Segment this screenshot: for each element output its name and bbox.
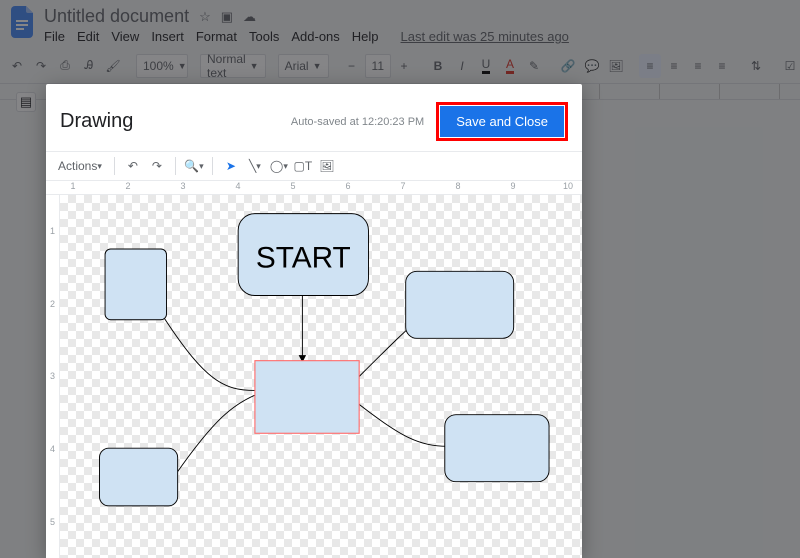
drawing-toolbar: Actions ▾ ↶ ↷ 🔍▾ ➤ ╲▾ ◯▾ ▢T 🖼	[46, 151, 582, 181]
shape-start-label: START	[256, 242, 351, 275]
select-tool-icon[interactable]: ➤	[221, 156, 241, 176]
shape-right-bottom[interactable]	[445, 415, 549, 482]
save-close-highlight: Save and Close	[436, 102, 568, 141]
drawing-title: Drawing	[60, 110, 133, 133]
shape-center-selected[interactable]	[255, 361, 359, 434]
drawing-dialog: Drawing Auto-saved at 12:20:23 PM Save a…	[46, 84, 582, 558]
image-tool-icon[interactable]: 🖼	[317, 156, 337, 176]
zoom-tool-icon[interactable]: 🔍▾	[184, 156, 204, 176]
drawing-ruler-horizontal: 12345678910	[46, 181, 582, 195]
line-tool-icon[interactable]: ╲▾	[245, 156, 265, 176]
shape-left-top[interactable]	[105, 249, 166, 320]
undo-icon[interactable]: ↶	[123, 156, 143, 176]
autosave-status: Auto-saved at 12:20:23 PM	[291, 116, 424, 128]
actions-menu[interactable]: Actions ▾	[54, 156, 106, 176]
text-box-tool-icon[interactable]: ▢T	[293, 156, 313, 176]
drawing-ruler-vertical: 12345	[46, 195, 60, 558]
redo-icon[interactable]: ↷	[147, 156, 167, 176]
shape-right-top[interactable]	[406, 271, 514, 338]
save-and-close-button[interactable]: Save and Close	[440, 106, 564, 137]
shape-tool-icon[interactable]: ◯▾	[269, 156, 289, 176]
drawing-canvas[interactable]: START	[60, 195, 582, 558]
shape-left-bottom[interactable]	[99, 448, 177, 506]
